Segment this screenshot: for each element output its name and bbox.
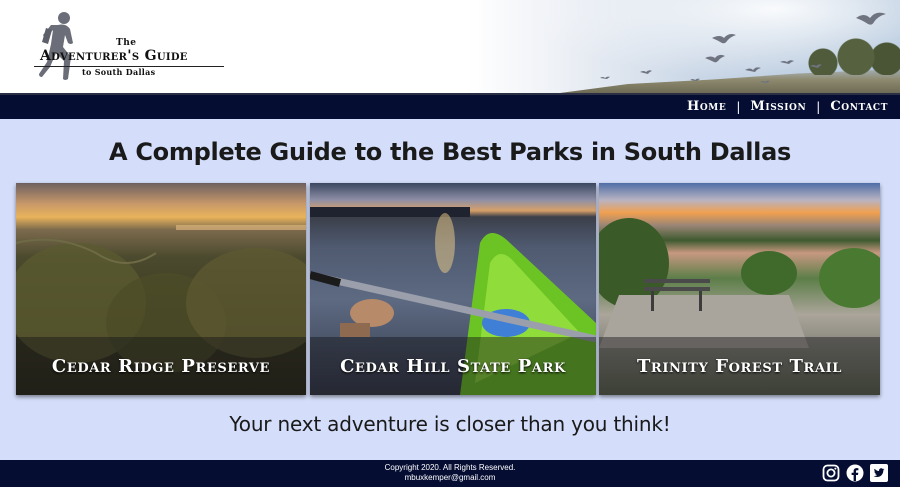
footer-email[interactable]: mbuxkemper@gmail.com — [0, 473, 900, 483]
nav-mission[interactable]: Mission — [750, 99, 806, 114]
nav-home[interactable]: Home — [687, 99, 726, 114]
nav-separator: | — [736, 99, 741, 114]
card-title: Trinity Forest Trail — [636, 355, 843, 377]
park-card-trinity-forest[interactable]: Trinity Forest Trail — [599, 183, 880, 395]
card-title: Cedar Hill State Park — [340, 355, 566, 377]
park-cards: Cedar Ridge Preserve Cedar Hill State Pa… — [16, 183, 880, 395]
facebook-icon[interactable] — [846, 464, 864, 482]
nav-contact[interactable]: Contact — [830, 99, 888, 114]
card-label-bar: Trinity Forest Trail — [599, 337, 880, 395]
park-card-cedar-hill[interactable]: Cedar Hill State Park — [310, 183, 596, 395]
footer-text: Copyright 2020. All Rights Reserved. mbu… — [0, 463, 900, 483]
nav-bar: Home | Mission | Contact — [0, 93, 900, 119]
site-logo[interactable]: The Adventurer's Guide to South Dallas — [30, 10, 230, 88]
card-title: Cedar Ridge Preserve — [51, 355, 271, 377]
page-tagline: Your next adventure is closer than you t… — [229, 412, 671, 436]
site-footer: Copyright 2020. All Rights Reserved. mbu… — [0, 460, 900, 487]
card-label-bar: Cedar Ridge Preserve — [16, 337, 306, 395]
instagram-icon[interactable] — [822, 464, 840, 482]
logo-subtitle: to South Dallas — [82, 67, 156, 77]
page-headline: A Complete Guide to the Best Parks in So… — [109, 138, 791, 166]
nav-separator: | — [816, 99, 821, 114]
card-label-bar: Cedar Hill State Park — [310, 337, 596, 395]
social-links — [822, 464, 888, 482]
twitter-icon[interactable] — [870, 464, 888, 482]
park-card-cedar-ridge[interactable]: Cedar Ridge Preserve — [16, 183, 306, 395]
main-nav: Home | Mission | Contact — [687, 99, 888, 114]
logo-title: Adventurer's Guide — [40, 48, 188, 64]
copyright-text: Copyright 2020. All Rights Reserved. — [384, 463, 516, 472]
site-header: The Adventurer's Guide to South Dallas — [0, 0, 900, 93]
logo-the: The — [116, 38, 137, 48]
